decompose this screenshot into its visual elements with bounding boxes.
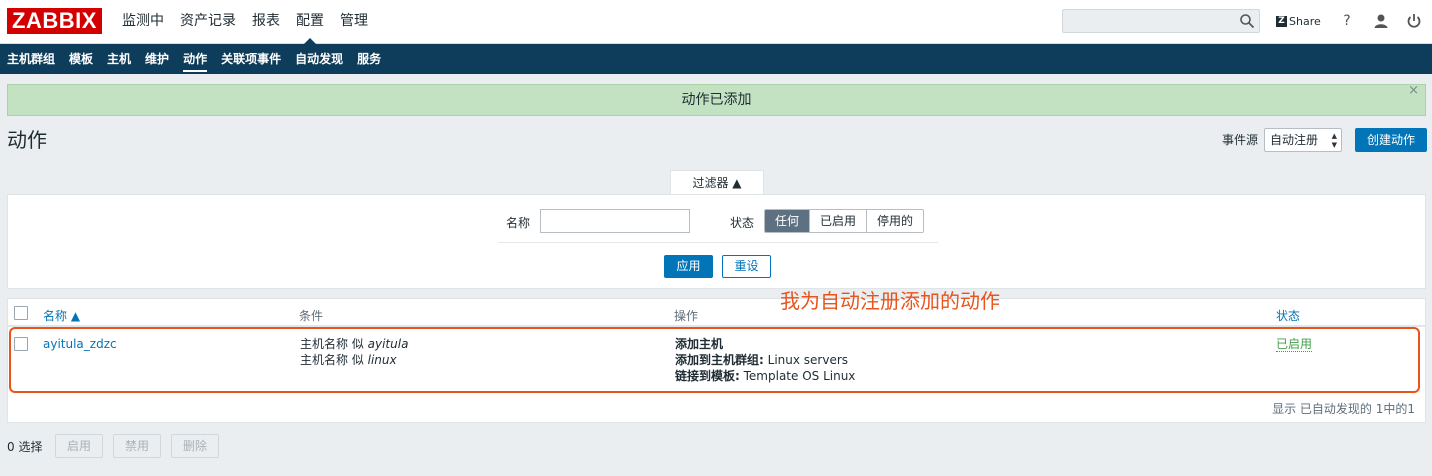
operation-1: 添加主机 (675, 337, 724, 351)
success-message: 动作已添加 × (7, 83, 1426, 116)
event-source-label: 事件源 (1222, 133, 1259, 147)
condition-1-value: ayitula (367, 337, 409, 351)
sub-navigation: 主机群组 模板 主机 维护 动作 关联项事件 自动发现 服务 (0, 44, 1432, 74)
actions-table: 名称 ▲ 条件 操作 状态 ayitula_zdzc 主机名称 似 ayitul… (7, 298, 1426, 423)
success-message-text: 动作已添加 (681, 92, 752, 108)
user-profile-icon[interactable] (1372, 12, 1390, 30)
subnav-discovery[interactable]: 自动发现 (288, 44, 350, 74)
top-header: ZABBIX 监测中 资产记录 报表 配置 管理 Z Share ? (0, 0, 1432, 45)
status-disabled-option[interactable]: 停用的 (866, 210, 924, 232)
operations-cell: 添加主机 添加到主机群组: Linux servers 链接到模板: Templ… (675, 336, 855, 384)
subnav-host-groups[interactable]: 主机群组 (0, 44, 62, 74)
subnav-hosts[interactable]: 主机 (100, 44, 138, 74)
menu-configuration[interactable]: 配置 (288, 0, 332, 45)
table-footer-count: 显示 已自动发现的 1中的1 (1272, 402, 1415, 416)
operation-2-label: 添加到主机群组: (675, 353, 764, 367)
table-header: 名称 ▲ 条件 操作 状态 (8, 299, 1425, 327)
share-link[interactable]: Z Share (1276, 13, 1321, 29)
help-icon[interactable]: ? (1338, 12, 1356, 30)
menu-monitoring[interactable]: 监测中 (114, 0, 172, 44)
menu-inventory[interactable]: 资产记录 (172, 0, 244, 44)
selected-count: 0 选择 (7, 440, 43, 454)
column-conditions-header: 条件 (299, 309, 324, 323)
row-checkbox[interactable] (14, 337, 28, 351)
operation-2-value: Linux servers (763, 353, 849, 367)
subnav-services[interactable]: 服务 (350, 44, 388, 74)
event-source-value: 自动注册 (1270, 133, 1319, 147)
share-icon: Z (1276, 15, 1287, 27)
operation-3-value: Template OS Linux (739, 369, 856, 383)
filter-status-label: 状态 (730, 216, 755, 230)
search-icon[interactable] (1239, 13, 1255, 29)
apply-button[interactable]: 应用 (664, 255, 713, 278)
close-icon[interactable]: × (1408, 76, 1419, 106)
select-all-checkbox[interactable] (14, 306, 28, 320)
menu-reports[interactable]: 报表 (244, 0, 288, 44)
filter-status-segmented: 任何 已启用 停用的 (764, 209, 925, 233)
status-toggle-link[interactable]: 已启用 (1276, 337, 1313, 352)
column-name-header[interactable]: 名称 ▲ (43, 307, 80, 324)
page-title: 动作 (7, 128, 47, 152)
column-operations-header: 操作 (674, 309, 699, 323)
status-enabled-option[interactable]: 已启用 (809, 210, 867, 232)
subnav-actions[interactable]: 动作 (176, 44, 214, 74)
conditions-cell: 主机名称 似 ayitula 主机名称 似 linux (300, 336, 408, 368)
filter-name-input[interactable] (540, 209, 690, 233)
reset-button[interactable]: 重设 (722, 255, 771, 278)
status-any-option[interactable]: 任何 (765, 210, 810, 232)
menu-administration[interactable]: 管理 (332, 0, 376, 44)
subnav-templates[interactable]: 模板 (62, 44, 100, 74)
annotation-text: 我为自动注册添加的动作 (780, 289, 1000, 313)
main-menu: 监测中 资产记录 报表 配置 管理 (114, 0, 376, 45)
filter-tab[interactable]: 过滤器 ▲ (670, 170, 764, 195)
column-status-header[interactable]: 状态 (1276, 307, 1300, 324)
filter-panel: 名称 状态 任何 已启用 停用的 应用 重设 (7, 194, 1426, 289)
action-name-link[interactable]: ayitula_zdzc (43, 337, 117, 351)
zabbix-logo[interactable]: ZABBIX (7, 8, 102, 34)
filter-divider (498, 242, 938, 243)
subnav-event-correlation[interactable]: 关联项事件 (214, 44, 288, 74)
operation-3-label: 链接到模板: (675, 369, 740, 383)
share-label: Share (1289, 14, 1321, 28)
power-icon[interactable] (1405, 12, 1423, 30)
event-source-select[interactable]: 自动注册 ▲ ▼ (1264, 128, 1342, 152)
select-arrows-icon: ▲ ▼ (1331, 132, 1337, 149)
filter-name-label: 名称 (506, 216, 531, 230)
search-input[interactable] (1062, 9, 1260, 33)
create-action-button[interactable]: 创建动作 (1355, 128, 1427, 152)
mass-enable-button[interactable]: 启用 (55, 434, 103, 458)
subnav-maintenance[interactable]: 维护 (138, 44, 176, 74)
mass-disable-button[interactable]: 禁用 (113, 434, 161, 458)
mass-delete-button[interactable]: 删除 (171, 434, 219, 458)
condition-1-prefix: 主机名称 似 (300, 337, 368, 351)
condition-2-value: linux (367, 353, 397, 367)
condition-2-prefix: 主机名称 似 (300, 353, 368, 367)
